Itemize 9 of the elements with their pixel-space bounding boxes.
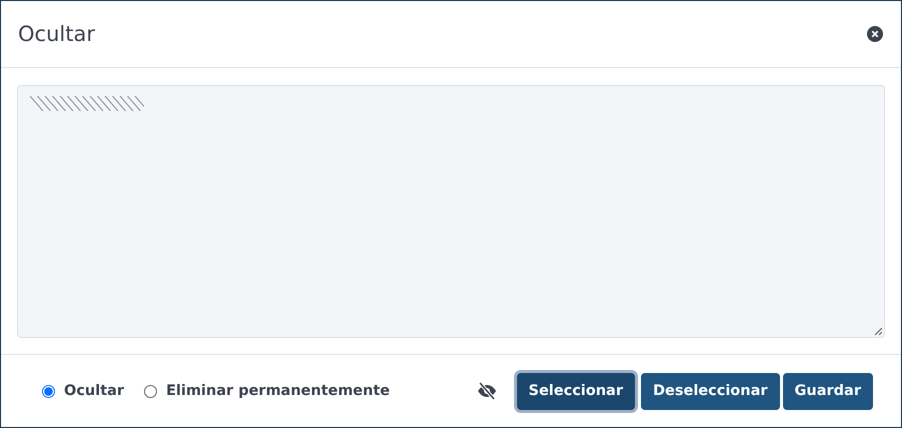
window-title: Ocultar — [18, 22, 95, 46]
action-button[interactable]: Deseleccionar — [640, 372, 780, 410]
action-button[interactable]: Guardar — [782, 372, 873, 410]
close-icon[interactable] — [867, 26, 883, 42]
action-button[interactable]: Seleccionar — [516, 372, 635, 410]
radio-option[interactable]: Ocultar — [42, 383, 124, 399]
resize-grip-icon[interactable] — [875, 328, 882, 335]
eye-slash-icon[interactable] — [476, 382, 497, 400]
radio-option[interactable]: Eliminar permanentemente — [144, 383, 390, 399]
